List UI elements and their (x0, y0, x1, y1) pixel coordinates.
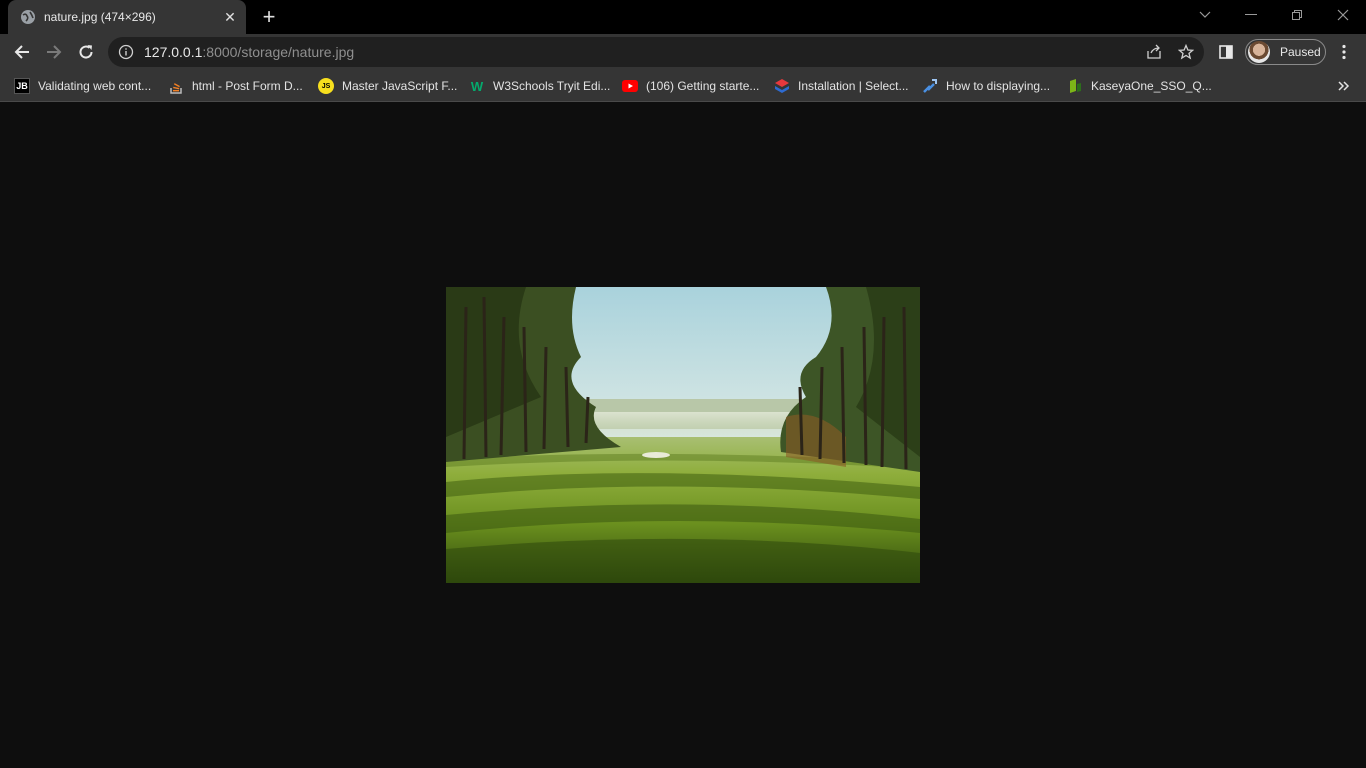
select2-icon (774, 78, 790, 94)
bookmark-label: Installation | Select... (798, 79, 909, 93)
url-path: :8000/storage/nature.jpg (202, 44, 355, 60)
browser-toolbar: 127.0.0.1:8000/storage/nature.jpg Paused (0, 34, 1366, 70)
jetbrains-icon: JB (14, 78, 30, 94)
bookmark-item[interactable]: html - Post Form D... (168, 76, 303, 96)
page-viewport (0, 103, 1366, 768)
kaseya-icon (1067, 78, 1083, 94)
more-bookmarks-chevron-icon[interactable] (1336, 76, 1352, 96)
menu-button[interactable] (1330, 38, 1358, 66)
url-host: 127.0.0.1 (144, 44, 203, 60)
side-panel-button[interactable] (1212, 38, 1240, 66)
restore-button[interactable] (1274, 0, 1320, 30)
bookmark-item[interactable]: KaseyaOne_SSO_Q... (1067, 76, 1212, 96)
address-bar[interactable]: 127.0.0.1:8000/storage/nature.jpg (108, 37, 1204, 67)
bookmark-label: KaseyaOne_SSO_Q... (1091, 79, 1212, 93)
close-window-button[interactable] (1320, 0, 1366, 30)
bookmark-star-icon[interactable] (1177, 43, 1195, 61)
bookmark-item[interactable]: JS Master JavaScript F... (318, 76, 457, 96)
forward-button[interactable] (40, 38, 68, 66)
bookmark-label: html - Post Form D... (192, 79, 303, 93)
bookmark-item[interactable]: (106) Getting starte... (622, 76, 759, 96)
close-tab-icon[interactable]: ✕ (220, 7, 240, 27)
minimize-button[interactable] (1228, 0, 1274, 30)
share-icon[interactable] (1145, 43, 1163, 61)
title-bar: nature.jpg (474×296) ✕ + (0, 0, 1366, 34)
bookmark-label: W3Schools Tryit Edi... (493, 79, 611, 93)
stackoverflow-icon (168, 78, 184, 94)
bookmarks-bar: JB Validating web cont... html - Post Fo… (0, 70, 1366, 102)
nature-image (446, 287, 920, 583)
site-info-icon[interactable] (118, 44, 134, 60)
profile-button[interactable]: Paused (1245, 39, 1326, 65)
globe-icon (20, 9, 36, 25)
tab-search-button[interactable] (1182, 0, 1228, 30)
profile-status-label: Paused (1280, 45, 1321, 59)
bookmark-label: (106) Getting starte... (646, 79, 760, 93)
bookmark-item[interactable]: How to displaying... (922, 76, 1050, 96)
link-icon (922, 78, 938, 94)
avatar (1248, 41, 1270, 63)
w3schools-icon: W (470, 78, 484, 94)
new-tab-button[interactable]: + (258, 6, 280, 29)
js-icon: JS (318, 78, 334, 94)
url-text[interactable]: 127.0.0.1:8000/storage/nature.jpg (144, 44, 354, 60)
tab-title: nature.jpg (474×296) (44, 10, 156, 24)
bookmark-item[interactable]: Installation | Select... (774, 76, 909, 96)
bookmark-item[interactable]: W W3Schools Tryit Edi... (469, 76, 611, 96)
bookmark-label: Validating web cont... (38, 79, 152, 93)
reload-button[interactable] (72, 38, 100, 66)
bookmark-label: How to displaying... (946, 79, 1051, 93)
bookmark-label: Master JavaScript F... (342, 79, 458, 93)
back-button[interactable] (8, 38, 36, 66)
youtube-icon (622, 78, 638, 94)
tab-active[interactable]: nature.jpg (474×296) ✕ (8, 0, 246, 34)
bookmark-item[interactable]: JB Validating web cont... (14, 76, 151, 96)
